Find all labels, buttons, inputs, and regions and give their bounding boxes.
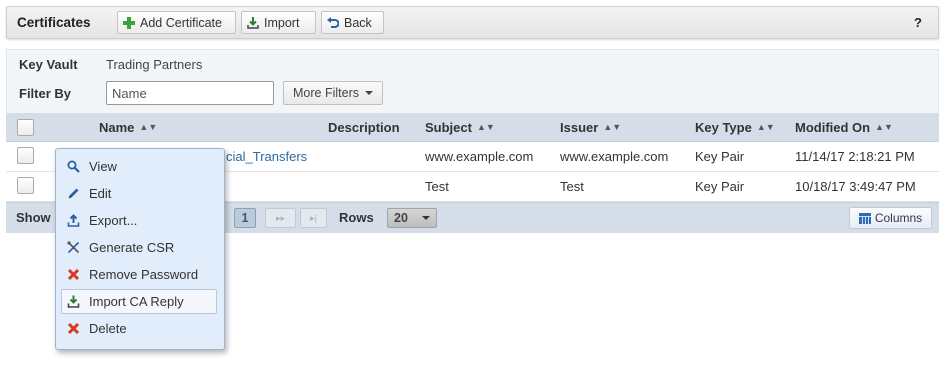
next-page-button[interactable]: ▸▸ xyxy=(265,208,296,228)
help-button[interactable]: ? xyxy=(914,15,922,30)
current-page-button[interactable]: 1 xyxy=(234,208,256,228)
more-filters-button[interactable]: More Filters xyxy=(283,81,383,105)
columns-label: Columns xyxy=(874,211,923,225)
column-header-description: Description xyxy=(328,120,400,135)
modified-on-cell: 10/18/17 3:49:47 PM xyxy=(795,179,916,194)
pencil-icon xyxy=(67,187,80,200)
menu-item-label: Delete xyxy=(89,321,127,336)
more-filters-label: More Filters xyxy=(293,86,359,100)
key-type-cell: Key Pair xyxy=(695,149,745,164)
magnifier-icon xyxy=(67,160,80,173)
column-header-modified-on[interactable]: Modified On ▲▼ xyxy=(795,120,893,135)
import-label: Import xyxy=(264,15,300,30)
menu-item-import-ca-reply[interactable]: Import CA Reply xyxy=(61,289,217,314)
sort-icon: ▲▼ xyxy=(139,122,158,132)
rows-per-page-select[interactable]: 20 xyxy=(387,208,437,228)
menu-item-view[interactable]: View xyxy=(61,154,217,179)
menu-item-edit[interactable]: Edit xyxy=(61,181,217,206)
rows-per-page-value: 20 xyxy=(394,211,408,225)
sort-icon: ▲▼ xyxy=(476,122,495,132)
filter-by-label: Filter By xyxy=(19,86,72,101)
import-icon xyxy=(67,295,80,308)
name-filter-input[interactable] xyxy=(106,81,274,105)
back-arrow-icon xyxy=(327,16,340,29)
menu-item-generate-csr[interactable]: Generate CSR xyxy=(61,235,217,260)
menu-item-label: View xyxy=(89,159,117,174)
issuer-cell: www.example.com xyxy=(560,149,669,164)
issuer-cell: Test xyxy=(560,179,584,194)
toolbar: Certificates Add Certificate Import Back… xyxy=(6,6,939,39)
columns-icon xyxy=(858,212,871,224)
plus-icon xyxy=(123,16,135,29)
menu-item-remove-password[interactable]: Remove Password xyxy=(61,262,217,287)
row-checkbox[interactable] xyxy=(17,147,34,164)
certificate-name-link[interactable]: cial_Transfers xyxy=(226,149,307,164)
filter-panel: Key Vault Trading Partners Filter By Mor… xyxy=(6,49,939,113)
menu-item-label: Edit xyxy=(89,186,112,201)
sort-icon: ▲▼ xyxy=(756,122,775,132)
sort-icon: ▲▼ xyxy=(603,122,622,132)
column-header-name[interactable]: Name ▲▼ xyxy=(99,120,157,135)
column-header-issuer[interactable]: Issuer ▲▼ xyxy=(560,120,621,135)
key-vault-label: Key Vault xyxy=(19,57,78,72)
caret-down-icon xyxy=(421,216,430,220)
grid-header: Name ▲▼ Description Subject ▲▼ Issuer ▲▼ Ke… xyxy=(6,113,939,142)
rows-label: Rows xyxy=(339,210,374,225)
export-icon xyxy=(67,214,80,227)
download-icon xyxy=(247,16,259,29)
menu-item-delete[interactable]: Delete xyxy=(61,316,217,341)
menu-item-export[interactable]: Export... xyxy=(61,208,217,233)
sort-icon: ▲▼ xyxy=(875,122,893,132)
menu-item-label: Generate CSR xyxy=(89,240,175,255)
show-label: Show xyxy=(16,210,51,225)
modified-on-cell: 11/14/17 2:18:21 PM xyxy=(795,149,915,164)
subject-cell: www.example.com xyxy=(425,149,534,164)
row-checkbox[interactable] xyxy=(17,177,34,194)
red-x-icon xyxy=(67,322,80,335)
add-certificate-button[interactable]: Add Certificate xyxy=(117,11,236,34)
menu-item-label: Remove Password xyxy=(89,267,199,282)
tools-icon xyxy=(67,241,80,254)
select-all-checkbox[interactable] xyxy=(17,119,34,136)
caret-down-icon xyxy=(364,91,373,95)
red-x-icon xyxy=(67,268,80,281)
page-title: Certificates xyxy=(17,15,91,30)
subject-cell: Test xyxy=(425,179,449,194)
key-type-cell: Key Pair xyxy=(695,179,745,194)
column-header-subject[interactable]: Subject ▲▼ xyxy=(425,120,495,135)
menu-item-label: Import CA Reply xyxy=(89,294,184,309)
back-label: Back xyxy=(344,15,372,30)
columns-button[interactable]: Columns xyxy=(849,207,932,229)
last-page-button[interactable]: ▸| xyxy=(300,208,327,228)
column-header-key-type[interactable]: Key Type ▲▼ xyxy=(695,120,775,135)
key-vault-value: Trading Partners xyxy=(106,57,203,72)
menu-item-label: Export... xyxy=(89,213,138,228)
import-button[interactable]: Import xyxy=(241,11,316,34)
back-button[interactable]: Back xyxy=(321,11,384,34)
context-menu: View Edit Export... Generate CSR Remove … xyxy=(55,148,225,350)
add-certificate-label: Add Certificate xyxy=(140,15,222,30)
